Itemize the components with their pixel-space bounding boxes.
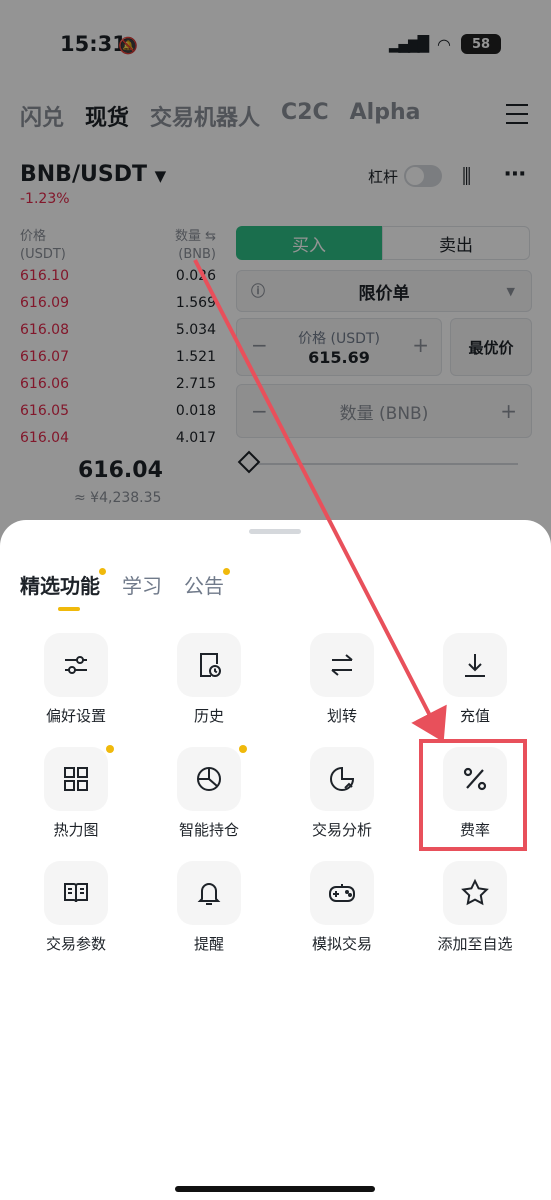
tile-trading-params[interactable]: 交易参数 xyxy=(9,861,143,954)
tile-label: 充值 xyxy=(459,707,490,725)
tile-alerts[interactable]: 提醒 xyxy=(142,861,276,954)
home-indicator[interactable] xyxy=(175,1186,375,1192)
tile-trade-analysis[interactable]: 交易分析 xyxy=(275,747,409,840)
analysis-icon xyxy=(330,766,355,791)
tile-history[interactable]: 历史 xyxy=(142,633,276,726)
gamepad-icon xyxy=(329,884,355,902)
notification-dot xyxy=(99,568,106,575)
tab-announcements[interactable]: 公告 xyxy=(184,568,230,599)
tile-label: 添加至自选 xyxy=(437,935,513,953)
transfer-icon xyxy=(331,654,353,676)
tab-learn[interactable]: 学习 xyxy=(122,570,162,599)
star-icon xyxy=(461,878,489,906)
tile-add-to-watchlist[interactable]: 添加至自选 xyxy=(408,861,542,954)
tile-label: 偏好设置 xyxy=(45,707,106,725)
tile-label: 智能持仓 xyxy=(178,821,239,839)
tile-label: 费率 xyxy=(459,821,490,839)
book-icon xyxy=(64,883,88,903)
tile-label: 划转 xyxy=(326,707,357,725)
deposit-icon xyxy=(465,654,485,677)
tile-label: 历史 xyxy=(193,707,224,725)
tile-label: 提醒 xyxy=(193,935,224,953)
history-icon xyxy=(200,653,221,677)
sliders-icon xyxy=(65,656,87,674)
tile-demo-trading[interactable]: 模拟交易 xyxy=(275,861,409,954)
tile-label: 交易参数 xyxy=(45,935,106,953)
bell-icon xyxy=(197,883,221,905)
tile-deposit[interactable]: 充值 xyxy=(408,633,542,726)
heatmap-icon xyxy=(64,767,88,791)
percent-icon xyxy=(463,767,487,791)
tile-preferences[interactable]: 偏好设置 xyxy=(9,633,143,726)
tile-transfer[interactable]: 划转 xyxy=(275,633,409,726)
notification-dot xyxy=(239,745,247,753)
tile-heatmap[interactable]: 热力图 xyxy=(9,745,143,840)
sheet-drag-handle[interactable] xyxy=(249,529,301,534)
pie-chart-icon xyxy=(197,767,221,791)
notification-dot xyxy=(223,568,230,575)
tile-label: 模拟交易 xyxy=(311,935,372,953)
active-tab-indicator xyxy=(58,607,80,611)
tile-label: 交易分析 xyxy=(311,821,372,839)
sheet-tabs: 精选功能 学习 公告 xyxy=(20,568,230,599)
tab-featured[interactable]: 精选功能 xyxy=(20,568,106,599)
tile-fee-rate[interactable]: 费率 xyxy=(408,747,542,840)
features-sheet: 精选功能 学习 公告 偏好设置 历史 划转 充值 热力图 智能持仓 交易分析 费… xyxy=(0,520,551,1200)
tile-label: 热力图 xyxy=(53,821,99,839)
notification-dot xyxy=(106,745,114,753)
tile-smart-position[interactable]: 智能持仓 xyxy=(142,745,276,840)
